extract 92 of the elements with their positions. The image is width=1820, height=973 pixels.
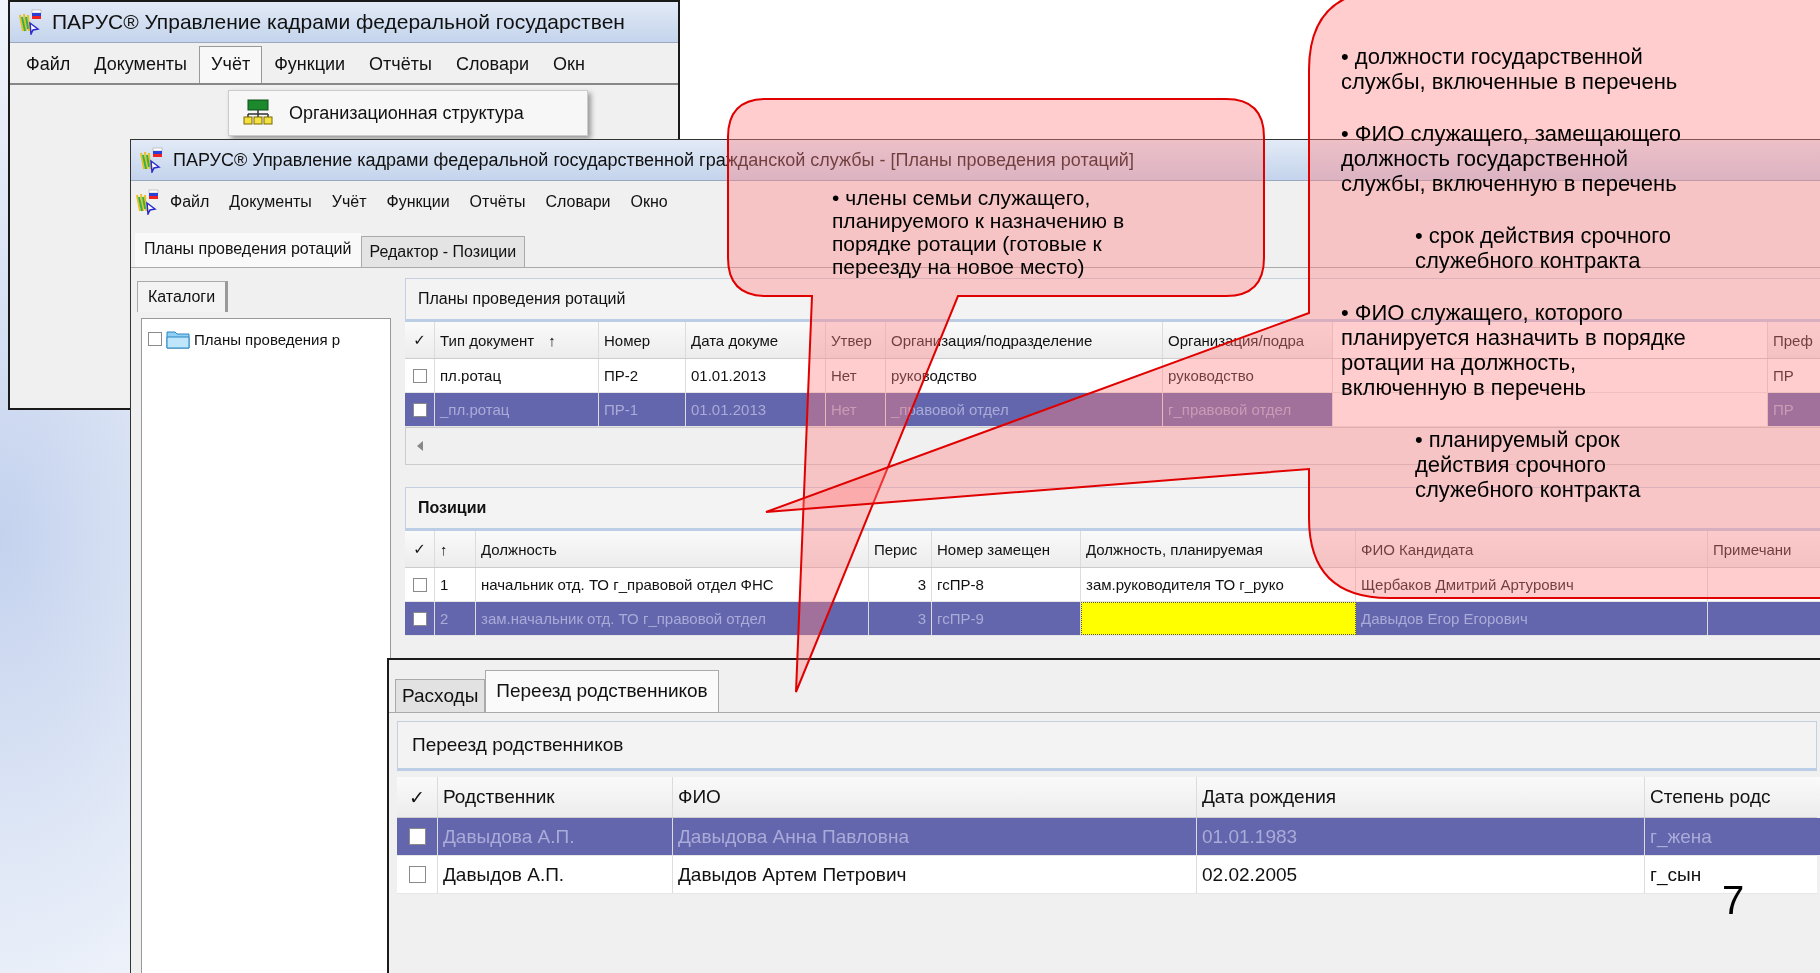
table-cell: Давыдов Артем Петрович	[673, 856, 1197, 893]
editable-cell[interactable]	[1081, 602, 1356, 635]
column-header[interactable]: Номер замещен	[932, 531, 1081, 567]
column-header[interactable]: Примечани	[1708, 531, 1820, 567]
table-cell: 01.01.2013	[686, 359, 826, 392]
tab[interactable]: Переезд родственников	[485, 670, 719, 712]
table-cell: гсПР-8	[932, 568, 1081, 601]
table-cell: Нет	[826, 359, 886, 392]
table-cell: ПР-1	[599, 393, 686, 426]
table-cell: 3	[869, 602, 932, 635]
app-logo-icon	[135, 189, 159, 215]
window-title: ПАРУС® Управление кадрами федеральной государствен	[52, 10, 625, 34]
menu-item[interactable]: Окн	[541, 46, 597, 83]
tree-item[interactable]: Планы проведения р	[194, 330, 341, 348]
panel-title: Позиции	[418, 499, 487, 517]
table-cell: 3	[869, 568, 932, 601]
checkbox[interactable]	[408, 866, 426, 883]
menu-item[interactable]: Словари	[536, 189, 620, 215]
check-column-header: ✓	[397, 777, 438, 817]
callout-text: • должности государственной службы, включенные в перечень	[1341, 44, 1679, 94]
column-header[interactable]: Дата рождения	[1197, 777, 1645, 817]
panel-title: Переезд родственников	[412, 734, 624, 756]
table-cell: гсПР-9	[932, 602, 1081, 635]
checkbox[interactable]	[148, 332, 162, 346]
folder-icon	[166, 329, 190, 349]
checkbox[interactable]	[412, 577, 427, 592]
table-cell: Давыдов Егор Егорович	[1356, 602, 1708, 635]
menu-item[interactable]: Отчёты	[357, 46, 444, 83]
tab[interactable]: Расходы	[395, 679, 486, 712]
callout-text: • члены семьи служащего, планируемого к назначению в порядке ротации (готовые к переезду на новое место)	[832, 186, 1126, 278]
table-cell: Давыдова Анна Павловна	[673, 818, 1197, 855]
catalog-tab[interactable]: Каталоги	[137, 281, 229, 312]
column-header[interactable]: Тип документ ↑	[435, 322, 599, 358]
menu-item[interactable]: Функции	[262, 46, 358, 83]
column-header[interactable]: Номер	[599, 322, 686, 358]
menu-item-label: Организационная структура	[289, 102, 524, 124]
checkbox[interactable]	[412, 368, 427, 383]
table-cell: пл.ротац	[435, 359, 599, 392]
table-cell: 01.01.2013	[686, 393, 826, 426]
column-header[interactable]: Преф	[1768, 322, 1820, 358]
column-header[interactable]: Должность	[476, 531, 869, 567]
menu-item[interactable]: Окно	[621, 189, 677, 215]
table-cell: 02.02.2005	[1197, 856, 1645, 893]
column-header[interactable]: Дата докуме	[686, 322, 826, 358]
callout-text: • ФИО служащего, замещающего должность государственной службы, включенную в перечень	[1341, 121, 1683, 196]
callout-text: • ФИО служащего, которого планируется назначить в порядке ротации на должность, включенную в перечень	[1341, 300, 1686, 400]
table-cell: руководство	[1163, 359, 1333, 392]
table-cell: 1	[435, 568, 476, 601]
column-header[interactable]: ФИО Кандидата	[1356, 531, 1708, 567]
check-column-header: ✓	[405, 531, 435, 567]
callout-text: • срок действия срочного служебного контракта	[1414, 223, 1673, 273]
check-column-header: ✓	[405, 322, 435, 358]
app-logo-icon	[139, 147, 163, 173]
tab[interactable]: Планы проведения ротаций	[135, 233, 361, 267]
table-cell: Давыдов А.П.	[438, 856, 673, 893]
column-header[interactable]: Утвер	[826, 322, 886, 358]
column-header[interactable]: ↑	[435, 531, 476, 567]
menu-item[interactable]: Документы	[82, 46, 200, 83]
table-cell: ПР	[1768, 359, 1820, 392]
menu-item[interactable]: Файл	[14, 46, 83, 83]
table-cell: _пл.ротац	[435, 393, 599, 426]
checkbox[interactable]	[412, 611, 427, 626]
menu-item[interactable]: Учёт	[322, 189, 376, 215]
menu-item[interactable]: Учёт	[199, 46, 263, 83]
editable-cell[interactable]: зам.руководителя ТО г_руко	[1081, 568, 1356, 601]
panel-title: Планы проведения ротаций	[418, 290, 626, 308]
table-cell: зам.начальник отд. ТО г_правовой отдел	[476, 602, 869, 635]
column-header[interactable]: Должность, планируемая	[1081, 531, 1356, 567]
column-header[interactable]: Перис	[869, 531, 932, 567]
dropdown-menu-item[interactable]: Организационная структура	[228, 90, 588, 136]
column-header[interactable]: Степень родс	[1645, 777, 1820, 817]
checkbox[interactable]	[408, 828, 426, 845]
menu-item[interactable]: Документы	[220, 189, 321, 215]
menu-item[interactable]: Отчёты	[460, 189, 535, 215]
table-cell: Щербаков Дмитрий Артурович	[1356, 568, 1708, 601]
scroll-left-icon[interactable]	[416, 441, 424, 451]
org-chart-icon	[243, 98, 273, 128]
menu-item[interactable]: Файл	[161, 189, 219, 215]
table-cell: Давыдова А.П.	[438, 818, 673, 855]
menu-item[interactable]: Словари	[443, 46, 542, 83]
table-cell: 01.01.1983	[1197, 818, 1645, 855]
table-cell: г_жена	[1645, 818, 1820, 855]
table-cell: ПР-2	[599, 359, 686, 392]
column-header[interactable]: ФИО	[673, 777, 1197, 817]
app-logo-icon	[18, 9, 42, 35]
table-cell: начальник отд. ТО г_правовой отдел ФНС	[476, 568, 869, 601]
menu-item[interactable]: Функции	[377, 189, 459, 215]
checkbox[interactable]	[412, 402, 427, 417]
column-header[interactable]: Родственник	[438, 777, 673, 817]
callout-text: • планируемый срок действия срочного служебного контракта	[1414, 427, 1642, 502]
tab[interactable]: Редактор - Позиции	[360, 236, 526, 267]
table-cell: 2	[435, 602, 476, 635]
